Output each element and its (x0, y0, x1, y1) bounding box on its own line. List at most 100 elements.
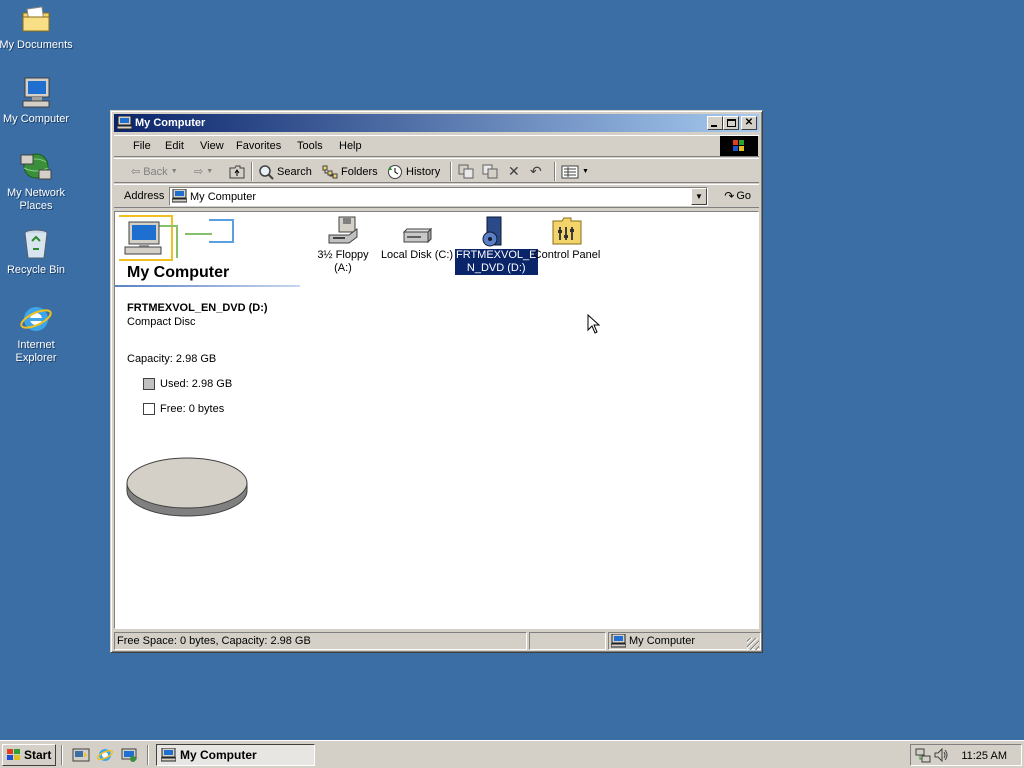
address-label: Address (124, 190, 165, 202)
my-computer-window: My Computer ✕ File Edit View Favorites T… (110, 110, 763, 653)
views-button[interactable]: ▼ (561, 163, 589, 180)
menu-favorites[interactable]: Favorites (236, 140, 281, 152)
status-free-space: Free Space: 0 bytes, Capacity: 2.98 GB (114, 632, 527, 650)
delete-button[interactable]: ✕ (508, 163, 520, 180)
computer-icon (161, 748, 176, 762)
menu-tools[interactable]: Tools (297, 140, 323, 152)
selected-drive-name: FRTMEXVOL_EN_DVD (D:) (127, 302, 268, 314)
close-button[interactable]: ✕ (741, 116, 757, 130)
address-dropdown-button[interactable]: ▼ (691, 188, 707, 205)
control-panel-item[interactable]: Control Panel (529, 215, 605, 262)
capacity-text: Capacity: 2.98 GB (127, 353, 217, 365)
selected-drive-type: Compact Disc (127, 316, 196, 328)
pane-title: My Computer (127, 264, 230, 281)
windows-logo-icon (7, 749, 20, 760)
address-bar: Address My Computer ▼ ↷ Go (114, 184, 759, 208)
history-button[interactable]: History (387, 163, 440, 180)
desktop-icon-recycle-bin[interactable]: Recycle Bin (0, 227, 73, 277)
used-swatch (143, 378, 155, 390)
free-swatch (143, 403, 155, 415)
minimize-button[interactable] (707, 116, 723, 130)
folders-icon (322, 165, 338, 178)
views-icon (561, 165, 579, 178)
system-tray: 11:25 AM (910, 744, 1022, 766)
chevron-down-icon: ▼ (206, 168, 214, 175)
computer-icon (172, 189, 187, 203)
maximize-icon (727, 119, 736, 127)
desktop-icon-internet-explorer[interactable]: Internet Explorer (0, 302, 73, 365)
pane-title-divider (115, 285, 300, 287)
go-arrow-icon: ↷ (724, 189, 735, 203)
disk-usage-pie-chart (126, 457, 248, 517)
up-folder-button[interactable] (229, 163, 245, 180)
windows-logo-icon (720, 136, 758, 156)
desktop-icon-my-computer[interactable]: My Computer (0, 76, 73, 126)
control-panel-icon (552, 217, 582, 245)
copy-to-icon (482, 164, 498, 179)
address-input[interactable]: My Computer ▼ (169, 187, 708, 206)
move-to-icon (458, 164, 474, 179)
undo-icon: ↶ (530, 163, 542, 179)
menu-file[interactable]: File (133, 140, 151, 152)
status-panel-empty (529, 632, 606, 650)
details-pane: My Computer FRTMEXVOL_EN_DVD (D:) Compac… (115, 212, 301, 628)
recycle-bin-icon (24, 229, 48, 259)
delete-icon: ✕ (508, 163, 520, 179)
explorer-quick-launch-icon[interactable] (120, 747, 138, 763)
go-button[interactable]: ↷ Go (724, 189, 751, 203)
desktop-icon-my-documents[interactable]: My Documents (0, 4, 73, 52)
desktop-icon-label: Internet Explorer (15, 339, 57, 364)
desktop-icon-label: My Network Places (6, 187, 66, 212)
floppy-drive-icon (328, 216, 358, 244)
menu-edit[interactable]: Edit (165, 140, 184, 152)
used-space-legend: Used: 2.98 GB (143, 378, 232, 390)
clock[interactable]: 11:25 AM (961, 750, 1007, 762)
forward-button[interactable]: ⇨ ▼ (194, 163, 213, 180)
menu-bar: File Edit View Favorites Tools Help (114, 135, 759, 157)
cd-drive-icon (482, 216, 502, 247)
computer-icon (117, 116, 132, 130)
menu-view[interactable]: View (200, 140, 224, 152)
close-icon: ✕ (744, 117, 754, 128)
computer-icon (22, 77, 50, 108)
volume-icon[interactable] (933, 747, 949, 763)
network-tray-icon[interactable] (915, 747, 931, 763)
taskbar-button-my-computer[interactable]: My Computer (156, 744, 315, 766)
move-to-button[interactable] (458, 163, 474, 180)
forward-arrow-icon: ⇨ (194, 166, 204, 178)
resize-grip[interactable] (747, 638, 759, 650)
back-button[interactable]: ⇦ Back ▼ (131, 163, 178, 180)
folders-button[interactable]: Folders (322, 163, 378, 180)
window-title: My Computer (135, 117, 206, 129)
start-button[interactable]: Start (2, 744, 56, 766)
undo-button[interactable]: ↶ (530, 163, 542, 180)
search-button[interactable]: Search (258, 163, 312, 180)
free-space-legend: Free: 0 bytes (143, 403, 224, 415)
back-arrow-icon: ⇦ (131, 166, 141, 178)
folder-view: My Computer FRTMEXVOL_EN_DVD (D:) Compac… (114, 211, 759, 629)
up-folder-icon (229, 165, 245, 178)
ie-icon (20, 307, 52, 331)
folder-icon (22, 6, 50, 32)
copy-to-button[interactable] (482, 163, 498, 180)
minimize-icon (711, 125, 717, 127)
ie-quick-launch-icon[interactable] (96, 747, 114, 763)
item-label: FRTMEXVOL_E N_DVD (D:) (454, 248, 539, 276)
drive-item-floppy[interactable]: 3½ Floppy (A:) (305, 215, 381, 275)
desktop-icon-my-network-places[interactable]: My Network Places (0, 152, 73, 213)
menu-help[interactable]: Help (339, 140, 362, 152)
desktop-icon-label: Recycle Bin (6, 264, 66, 276)
address-value: My Computer (190, 191, 257, 203)
status-zone: My Computer (608, 632, 761, 650)
chevron-down-icon: ▼ (170, 168, 178, 175)
desktop-icon-label: My Documents (0, 39, 73, 51)
standard-toolbar: ⇦ Back ▼ ⇨ ▼ Search Folders History ✕ ↶ … (114, 158, 759, 183)
drive-item-local-disk-c[interactable]: Local Disk (C:) (379, 215, 455, 262)
chevron-down-icon: ▼ (695, 192, 703, 201)
my-computer-banner-icon (119, 215, 234, 261)
drive-item-dvd-d[interactable]: FRTMEXVOL_E N_DVD (D:) (454, 215, 539, 276)
maximize-button[interactable] (723, 116, 739, 130)
title-bar[interactable]: My Computer ✕ (114, 114, 759, 132)
show-desktop-icon[interactable] (72, 747, 90, 763)
item-label: Control Panel (533, 249, 601, 261)
